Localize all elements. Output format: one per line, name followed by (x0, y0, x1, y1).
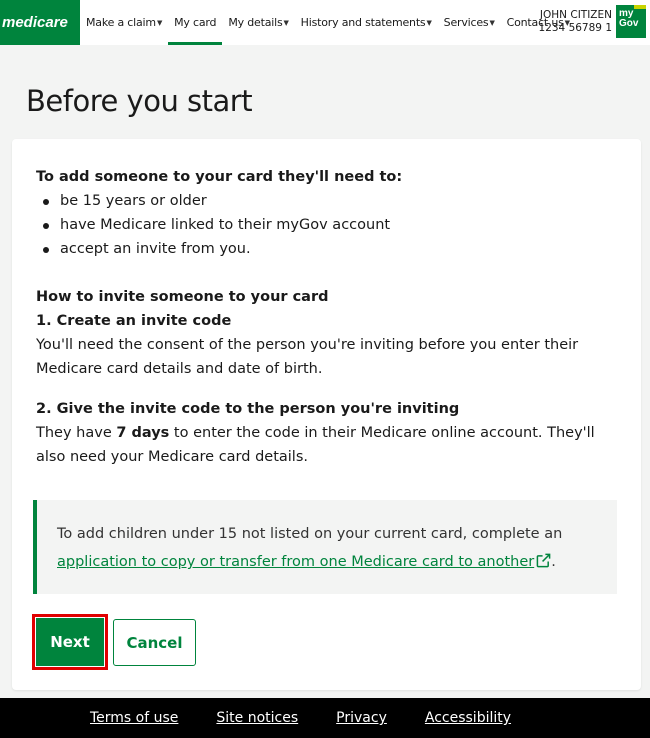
step1-heading: 1. Create an invite code (36, 313, 232, 329)
medicare-logo[interactable]: medicare (0, 0, 80, 45)
footer-link-accessibility[interactable]: Accessibility (425, 710, 511, 726)
nav-label: My details (228, 16, 283, 29)
footer-link-terms[interactable]: Terms of use (90, 710, 178, 726)
user-card-number: 1234 56789 1 (538, 22, 612, 34)
children-notice: To add children under 15 not listed on y… (33, 500, 617, 594)
main-nav: Make a claim ▼ My card My details ▼ Histor… (80, 0, 576, 45)
notice-text: To add children under 15 not listed on y… (57, 526, 563, 542)
list-item: be 15 years or older (36, 189, 616, 213)
caret-down-icon: ▼ (489, 18, 495, 27)
cancel-button[interactable]: Cancel (113, 619, 196, 666)
caret-down-icon: ▼ (156, 18, 163, 27)
page-title: Before you start (26, 84, 253, 118)
top-navigation-bar: medicare Make a claim ▼ My card My detail… (0, 0, 650, 45)
list-item: accept an invite from you. (36, 237, 616, 261)
nav-history-and-statements[interactable]: History and statements ▼ (295, 0, 438, 45)
step2-heading: 2. Give the invite code to the person yo… (36, 401, 460, 417)
list-item: have Medicare linked to their myGov acco… (36, 213, 616, 237)
user-name: JOHN CITIZEN (539, 9, 612, 21)
nav-make-a-claim[interactable]: Make a claim ▼ (80, 0, 168, 45)
content-card: To add someone to your card they'll need… (12, 139, 641, 690)
user-info[interactable]: JOHN CITIZEN 1234 56789 1 (539, 9, 612, 35)
step2-text: They have 7 days to enter the code in th… (36, 421, 616, 469)
copy-transfer-application-link[interactable]: application to copy or transfer from one… (57, 553, 551, 570)
nav-my-card[interactable]: My card (168, 0, 223, 45)
link-text: application to copy or transfer from one… (57, 554, 535, 570)
step1-text: You'll need the consent of the person yo… (36, 337, 579, 377)
footer-link-site-notices[interactable]: Site notices (216, 710, 298, 726)
footer: Terms of use Site notices Privacy Access… (0, 698, 650, 738)
mygov-logo[interactable]: my Gov (616, 5, 646, 38)
nav-my-details[interactable]: My details ▼ (222, 0, 294, 45)
nav-label: My card (174, 16, 217, 29)
step2-text-before: They have (36, 425, 117, 441)
card-content: To add someone to your card they'll need… (36, 165, 616, 469)
requirements-list: be 15 years or older have Medicare linke… (36, 189, 616, 261)
external-link-icon (536, 553, 551, 568)
mygov-badge (634, 5, 646, 9)
caret-down-icon: ▼ (283, 18, 289, 27)
notice-text-end: . (551, 554, 556, 570)
caret-down-icon: ▼ (426, 18, 432, 27)
nav-label: Make a claim (86, 16, 156, 29)
nav-label: Services (443, 16, 489, 29)
footer-link-privacy[interactable]: Privacy (336, 710, 387, 726)
next-button[interactable]: Next (32, 614, 108, 670)
nav-services[interactable]: Services ▼ (438, 0, 501, 45)
mygov-logo-line2: Gov (619, 18, 639, 29)
requirements-heading: To add someone to your card they'll need… (36, 169, 403, 185)
nav-label: History and statements (300, 16, 426, 29)
step2-days: 7 days (116, 425, 170, 441)
how-to-heading: How to invite someone to your card (36, 289, 329, 305)
